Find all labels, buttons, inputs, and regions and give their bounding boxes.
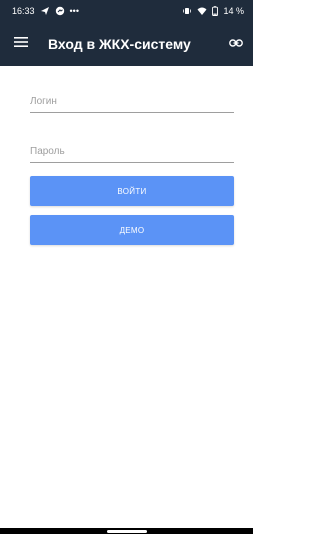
app-bar: Вход в ЖКХ-систему bbox=[0, 22, 253, 66]
menu-button[interactable] bbox=[14, 35, 28, 53]
login-field[interactable] bbox=[30, 91, 234, 113]
password-field[interactable] bbox=[30, 141, 234, 163]
home-indicator[interactable] bbox=[107, 530, 147, 533]
link-button[interactable] bbox=[229, 35, 243, 53]
link-icon bbox=[229, 35, 243, 53]
status-time: 16:33 bbox=[12, 6, 35, 16]
battery-percent: 14 % bbox=[223, 6, 244, 16]
demo-button[interactable]: ДЕМО bbox=[30, 215, 234, 245]
menu-icon bbox=[14, 35, 28, 53]
vibrate-icon bbox=[182, 6, 192, 16]
login-button[interactable]: ВОЙТИ bbox=[30, 176, 234, 206]
status-bar: 16:33 ••• 14 % bbox=[0, 0, 253, 22]
page-title: Вход в ЖКХ-систему bbox=[48, 36, 191, 52]
status-left: 16:33 ••• bbox=[12, 6, 79, 16]
battery-icon bbox=[212, 6, 219, 16]
messenger-icon bbox=[55, 6, 65, 16]
login-input[interactable] bbox=[30, 91, 234, 112]
status-dots: ••• bbox=[69, 6, 79, 16]
password-input[interactable] bbox=[30, 141, 234, 162]
wifi-icon bbox=[197, 6, 207, 16]
status-right: 14 % bbox=[182, 6, 244, 16]
screen: 16:33 ••• 14 % Вход в ЖКХ-систему Логин … bbox=[0, 0, 253, 534]
send-icon bbox=[40, 6, 50, 16]
